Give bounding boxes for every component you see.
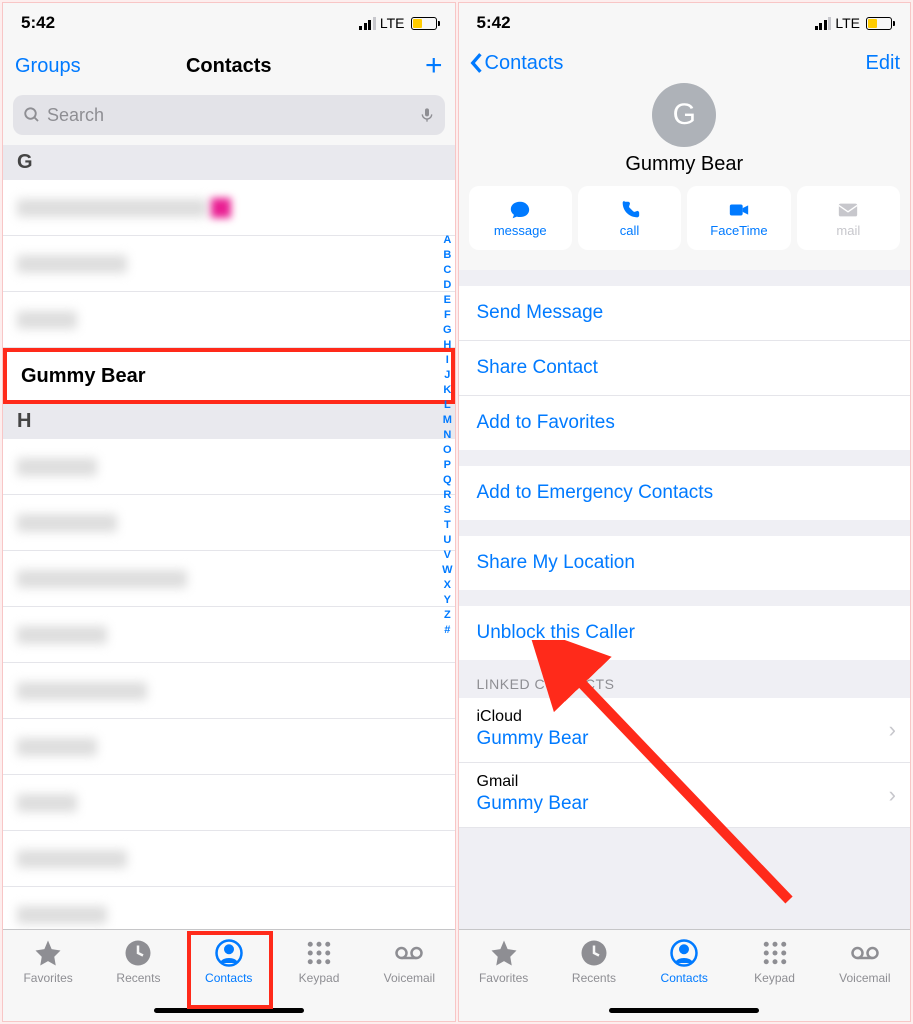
contacts-icon <box>669 938 699 968</box>
add-favorites-option[interactable]: Add to Favorites <box>459 396 911 450</box>
section-g: G <box>3 145 455 180</box>
contact-row[interactable] <box>3 495 455 551</box>
contact-name: Gummy Bear <box>459 153 911 176</box>
unblock-caller-option[interactable]: Unblock this Caller <box>459 606 911 660</box>
contact-detail-screen: 5:42 LTE Contacts Edit G Gummy Bear mess… <box>458 2 912 1022</box>
status-icons: LTE <box>359 15 436 31</box>
linked-name: Gummy Bear <box>477 728 893 750</box>
contact-row[interactable] <box>3 887 455 929</box>
contacts-list[interactable]: G Gummy Bear H <box>3 145 455 929</box>
tab-voicemail[interactable]: Voicemail <box>825 938 905 985</box>
chevron-right-icon: › <box>889 717 896 743</box>
tab-favorites[interactable]: Favorites <box>8 938 88 985</box>
chevron-left-icon <box>469 52 483 74</box>
tab-recents[interactable]: Recents <box>98 938 178 985</box>
keypad-icon <box>304 938 334 968</box>
clock: 5:42 <box>21 13 55 33</box>
contact-row[interactable] <box>3 292 455 348</box>
status-bar: 5:42 LTE <box>459 3 911 43</box>
mic-icon[interactable] <box>419 105 435 125</box>
nav-bar: Contacts Edit <box>459 43 911 83</box>
contacts-icon <box>214 938 244 968</box>
linked-name: Gummy Bear <box>477 793 893 815</box>
mail-icon <box>836 199 860 221</box>
star-icon <box>33 938 63 968</box>
tab-contacts[interactable]: Contacts <box>189 938 269 985</box>
search-icon <box>23 106 41 124</box>
linked-icloud[interactable]: iCloud Gummy Bear › <box>459 698 911 763</box>
section-h: H <box>3 404 455 439</box>
contact-row[interactable] <box>3 831 455 887</box>
share-contact-option[interactable]: Share Contact <box>459 341 911 396</box>
contact-row[interactable] <box>3 775 455 831</box>
edit-button[interactable]: Edit <box>866 52 900 75</box>
keypad-icon <box>760 938 790 968</box>
index-strip[interactable]: ABCDEFGHIJKLMNOPQRSTUVWXYZ# <box>442 233 452 638</box>
contact-row[interactable] <box>3 180 455 236</box>
contact-row[interactable] <box>3 439 455 495</box>
linked-gmail[interactable]: Gmail Gummy Bear › <box>459 763 911 828</box>
carrier-label: LTE <box>835 15 860 31</box>
status-icons: LTE <box>815 15 892 31</box>
emergency-option[interactable]: Add to Emergency Contacts <box>459 466 911 520</box>
contact-row[interactable] <box>3 663 455 719</box>
tab-favorites[interactable]: Favorites <box>464 938 544 985</box>
groups-button[interactable]: Groups <box>15 55 105 78</box>
contact-row-gummy-bear[interactable]: Gummy Bear <box>3 348 455 404</box>
clock-icon <box>123 938 153 968</box>
send-message-option[interactable]: Send Message <box>459 286 911 341</box>
tab-keypad[interactable]: Keypad <box>735 938 815 985</box>
contact-row[interactable] <box>3 719 455 775</box>
signal-icon <box>359 17 376 30</box>
contacts-list-screen: 5:42 LTE Groups Contacts + Search G Gumm… <box>2 2 456 1022</box>
clock-icon <box>579 938 609 968</box>
tab-voicemail[interactable]: Voicemail <box>369 938 449 985</box>
add-contact-button[interactable]: + <box>353 49 443 83</box>
avatar: G <box>652 83 716 147</box>
tab-contacts[interactable]: Contacts <box>644 938 724 985</box>
video-icon <box>727 199 751 221</box>
clock: 5:42 <box>477 13 511 33</box>
call-button[interactable]: call <box>578 186 681 250</box>
tab-bar: Favorites Recents Contacts Keypad Voicem… <box>3 929 455 1021</box>
battery-icon <box>866 17 892 30</box>
phone-icon <box>618 199 642 221</box>
linked-source: Gmail <box>477 773 893 791</box>
facetime-button[interactable]: FaceTime <box>687 186 790 250</box>
message-button[interactable]: message <box>469 186 572 250</box>
tab-recents[interactable]: Recents <box>554 938 634 985</box>
tab-bar: Favorites Recents Contacts Keypad Voicem… <box>459 929 911 1021</box>
home-indicator[interactable] <box>609 1008 759 1013</box>
message-icon <box>508 199 532 221</box>
share-location-option[interactable]: Share My Location <box>459 536 911 590</box>
signal-icon <box>815 17 832 30</box>
search-input[interactable]: Search <box>13 95 445 135</box>
contact-row[interactable] <box>3 551 455 607</box>
back-button[interactable]: Contacts <box>469 52 564 75</box>
search-placeholder: Search <box>47 105 104 126</box>
voicemail-icon <box>394 938 424 968</box>
home-indicator[interactable] <box>154 1008 304 1013</box>
tab-keypad[interactable]: Keypad <box>279 938 359 985</box>
mail-button: mail <box>797 186 900 250</box>
status-bar: 5:42 LTE <box>3 3 455 43</box>
page-title: Contacts <box>105 55 353 78</box>
linked-contacts-label: LINKED CONTACTS <box>459 660 911 698</box>
linked-source: iCloud <box>477 708 893 726</box>
battery-icon <box>411 17 437 30</box>
contact-row[interactable] <box>3 607 455 663</box>
contact-row[interactable] <box>3 236 455 292</box>
nav-bar: Groups Contacts + <box>3 43 455 89</box>
star-icon <box>489 938 519 968</box>
carrier-label: LTE <box>380 15 405 31</box>
chevron-right-icon: › <box>889 782 896 808</box>
voicemail-icon <box>850 938 880 968</box>
